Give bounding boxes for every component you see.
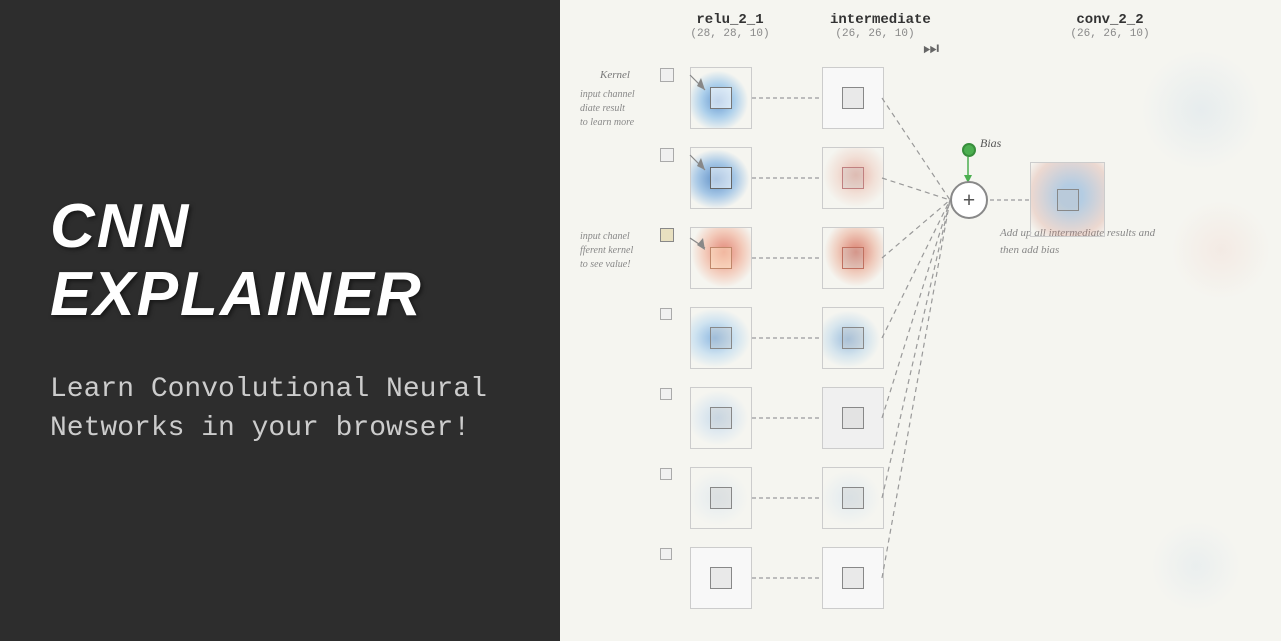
relu-map-0-kernel	[710, 87, 732, 109]
inter-map-0[interactable]	[822, 67, 884, 129]
right-panel: relu_2_1 (28, 28, 10) intermediate (26, …	[560, 0, 1281, 641]
annotation-input-channel: input channel diate result to learn more	[580, 88, 635, 130]
relu-map-3-kernel	[710, 327, 732, 349]
relu-map-4[interactable]	[690, 387, 752, 449]
kernel-box-6	[660, 548, 672, 560]
conv-output-map-inner	[1057, 189, 1079, 211]
plus-node: +	[950, 181, 988, 219]
conv-output-map[interactable]	[1030, 162, 1105, 237]
inter-map-3-inner	[842, 327, 864, 349]
inter-map-5-inner	[842, 487, 864, 509]
inter-map-1-inner	[842, 167, 864, 189]
annotation-input-chanel2: input chanel fferent kernel to see value…	[580, 230, 633, 272]
inter-map-4-inner	[842, 407, 864, 429]
inter-map-4[interactable]	[822, 387, 884, 449]
inter-map-2-inner	[842, 247, 864, 269]
kernel-box-3	[660, 308, 672, 320]
kernel-box-2	[660, 228, 674, 242]
inter-map-6[interactable]	[822, 547, 884, 609]
col-label-intermediate: intermediate (26, 26, 10)	[830, 12, 920, 40]
bg-blob-2	[1171, 200, 1271, 300]
bg-blob-1	[1141, 50, 1261, 170]
relu-map-1-kernel	[710, 167, 732, 189]
inter-map-6-inner	[842, 567, 864, 589]
inter-map-3[interactable]	[822, 307, 884, 369]
bias-label: Bias	[980, 136, 1001, 151]
kernel-box-1	[660, 148, 674, 162]
inter-map-0-inner	[842, 87, 864, 109]
skip-button[interactable]: ⏭	[923, 38, 939, 59]
col-label-relu: relu_2_1 (28, 28, 10)	[690, 12, 770, 40]
kernel-box-0	[660, 68, 674, 82]
relu-map-0[interactable]	[690, 67, 752, 129]
annotation-kernel: Kernel	[600, 68, 630, 83]
col-label-conv: conv_2_2 (26, 26, 10)	[1065, 12, 1155, 40]
relu-map-6[interactable]	[690, 547, 752, 609]
inter-map-1[interactable]	[822, 147, 884, 209]
relu-map-2[interactable]	[690, 227, 752, 289]
kernel-box-4	[660, 388, 672, 400]
relu-map-5-kernel	[710, 487, 732, 509]
relu-map-3[interactable]	[690, 307, 752, 369]
app-subtitle: Learn Convolutional Neural Networks in y…	[50, 370, 510, 448]
inter-map-2[interactable]	[822, 227, 884, 289]
app-title: CNN Explainer	[50, 193, 510, 329]
left-panel: CNN Explainer Learn Convolutional Neural…	[0, 0, 560, 641]
bias-node	[962, 143, 976, 157]
bg-blob-3	[1151, 521, 1241, 611]
relu-map-6-kernel	[710, 567, 732, 589]
kernel-box-5	[660, 468, 672, 480]
inter-map-5[interactable]	[822, 467, 884, 529]
relu-map-2-kernel	[710, 247, 732, 269]
relu-map-1[interactable]	[690, 147, 752, 209]
relu-map-5[interactable]	[690, 467, 752, 529]
relu-map-4-kernel	[710, 407, 732, 429]
